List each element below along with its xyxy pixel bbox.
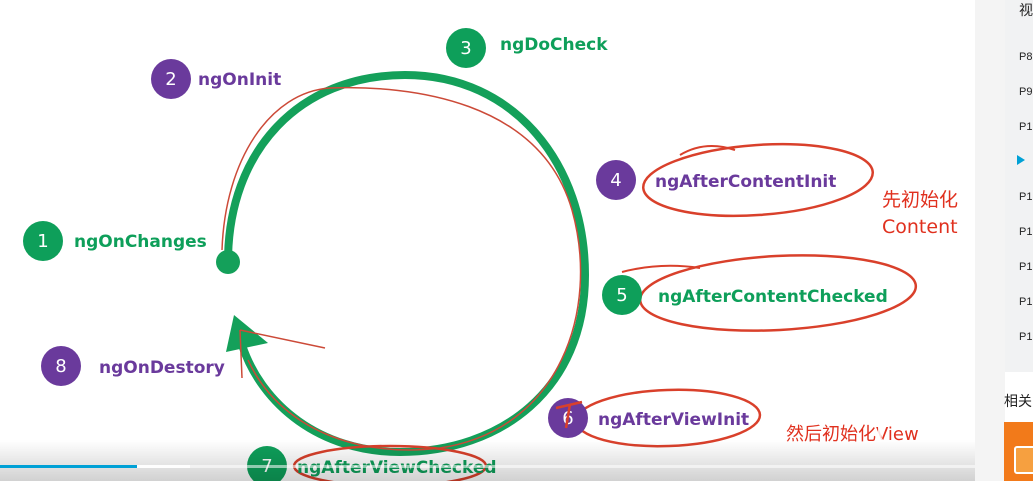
cycle-start-dot	[216, 250, 240, 274]
controls-gradient	[0, 440, 975, 481]
step-8-number: 8	[55, 356, 66, 377]
list-item[interactable]: 视	[1019, 0, 1033, 20]
related-video-thumbnail[interactable]	[1004, 422, 1033, 481]
list-item[interactable]: P1	[1019, 226, 1032, 238]
step-2-number: 2	[165, 69, 176, 90]
step-4-number: 4	[610, 170, 621, 191]
list-item[interactable]: P8	[1019, 51, 1032, 63]
thumbnail-graphic	[1014, 446, 1033, 474]
list-item[interactable]: P1	[1019, 261, 1032, 273]
step-2-label: ngOnInit	[198, 70, 281, 90]
annotation-content-line1: 先初始化	[882, 189, 958, 211]
playing-indicator-icon	[1017, 155, 1025, 165]
episode-list[interactable]: 视 P8 P9 P1 P1 P1 P1 P1 P1	[1005, 0, 1033, 372]
step-4-label: ngAfterContentInit	[655, 172, 836, 192]
list-item[interactable]: P1	[1019, 296, 1032, 308]
progress-bar[interactable]	[0, 465, 975, 468]
list-item[interactable]: P1	[1019, 191, 1032, 203]
step-5-number: 5	[616, 285, 627, 306]
progress-played	[0, 465, 137, 468]
lifecycle-diagram: 1 ngOnChanges 2 ngOnInit 3 ngDoCheck 4 n…	[23, 28, 958, 481]
list-item[interactable]: P9	[1019, 86, 1032, 98]
step-1-label: ngOnChanges	[74, 232, 207, 252]
list-item[interactable]: P1	[1019, 121, 1032, 133]
step-3-number: 3	[460, 38, 471, 59]
annotation-content-line2: Content	[882, 216, 958, 238]
step-1-number: 1	[37, 231, 48, 252]
related-heading: 相关	[1004, 393, 1032, 409]
video-player[interactable]: 1 ngOnChanges 2 ngOnInit 3 ngDoCheck 4 n…	[0, 0, 975, 481]
sidebar-gutter	[975, 0, 1005, 481]
cycle-arc	[224, 70, 590, 457]
step-8-label: ngOnDestory	[99, 358, 225, 378]
cycle-arrowhead	[226, 315, 268, 352]
step-3-label: ngDoCheck	[500, 35, 608, 55]
list-item[interactable]: P1	[1019, 331, 1032, 343]
step-5-label: ngAfterContentChecked	[658, 287, 888, 307]
step-6-label: ngAfterViewInit	[598, 410, 749, 430]
